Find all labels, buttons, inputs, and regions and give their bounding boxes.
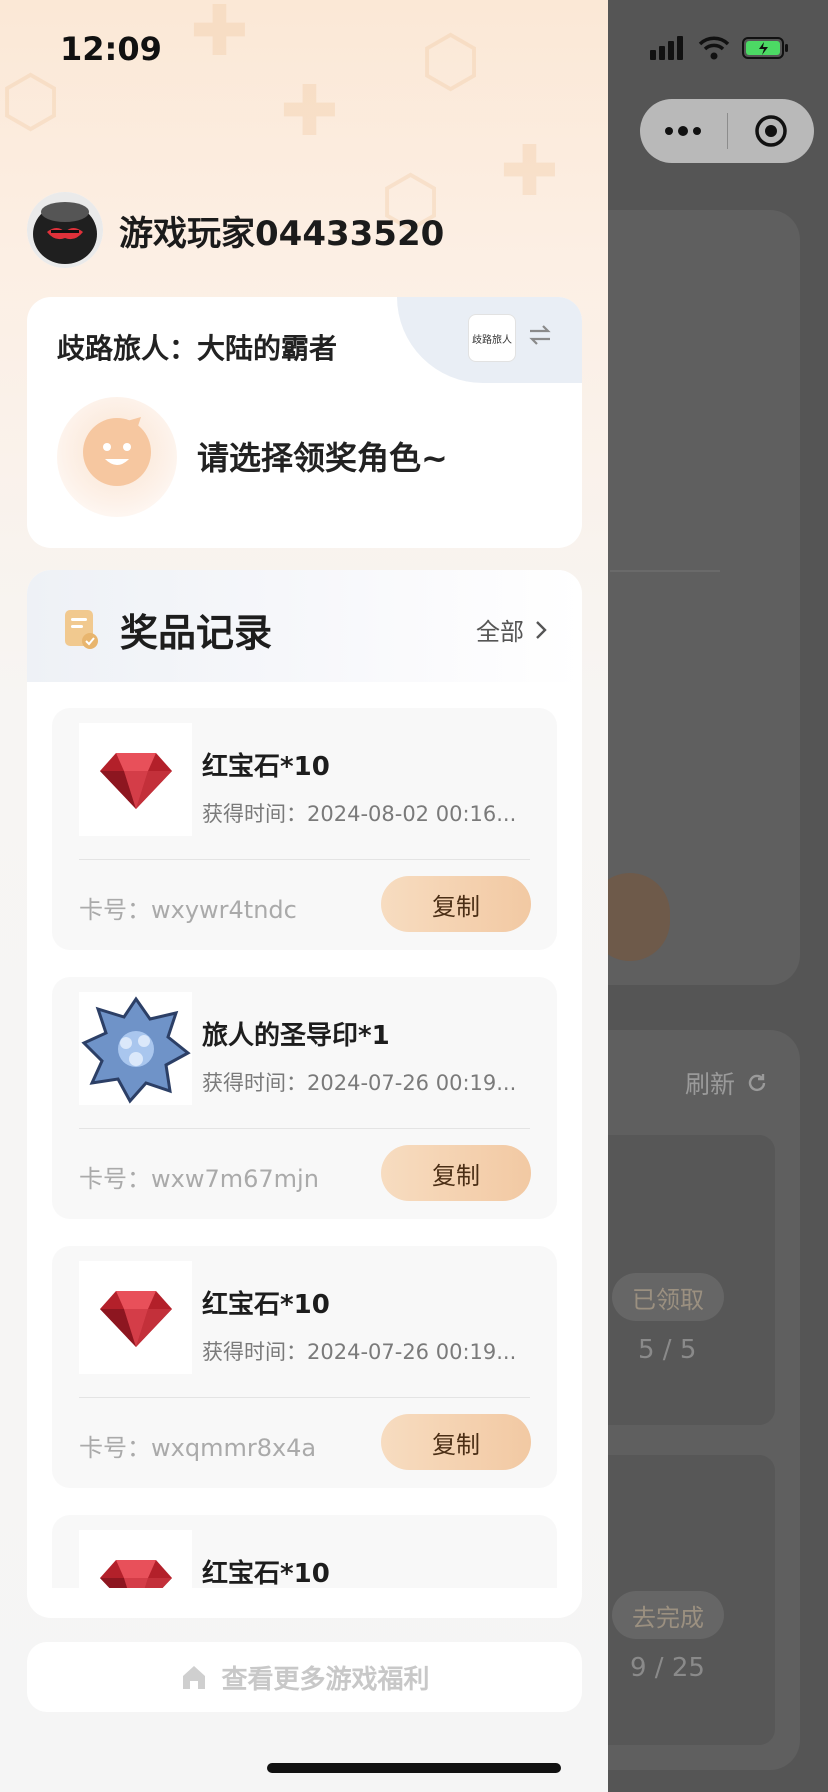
record-divider bbox=[79, 1128, 530, 1129]
status-icons bbox=[650, 36, 790, 60]
more-benefits-label: 查看更多游戏福利 bbox=[221, 1664, 430, 1695]
game-title: 歧路旅人：大陆的霸者 bbox=[57, 332, 338, 365]
prize-time: 获得时间：2024-07-26 00:19... bbox=[202, 1340, 517, 1364]
copy-button[interactable]: 复制 bbox=[381, 1414, 531, 1470]
view-all-label: 全部 bbox=[476, 618, 524, 646]
ruby-icon bbox=[79, 1530, 192, 1588]
prize-time: 获得时间：2024-07-26 00:19... bbox=[202, 1071, 517, 1095]
more-menu-button[interactable] bbox=[640, 125, 727, 137]
task-progress: 5 / 5 bbox=[638, 1335, 697, 1365]
refresh-label: 刷新 bbox=[685, 1070, 736, 1099]
more-benefits-button[interactable]: 查看更多游戏福利 bbox=[27, 1642, 582, 1712]
gamepad-decoration-icon: ✚ bbox=[500, 130, 559, 212]
home-indicator bbox=[267, 1763, 561, 1773]
card-number: 卡号：wxqmmr8x4a bbox=[79, 1434, 317, 1462]
records-title: 奖品记录 bbox=[120, 611, 273, 655]
username: 游戏玩家04433520 bbox=[119, 213, 445, 254]
prize-time: 获得时间：2024-08-02 00:16... bbox=[202, 802, 517, 826]
task-status-badge: 已领取 bbox=[612, 1273, 724, 1321]
status-bar: 12:09 bbox=[0, 0, 828, 100]
card-number: 卡号：wxywr4tndc bbox=[79, 896, 297, 924]
records-icon bbox=[65, 610, 98, 649]
prize-name: 红宝石*10 bbox=[202, 752, 330, 782]
game-logo[interactable]: 歧路旅人 bbox=[468, 314, 516, 362]
target-close-icon bbox=[755, 115, 787, 147]
role-avatar[interactable] bbox=[57, 397, 177, 517]
wifi-icon bbox=[698, 36, 730, 60]
game-role-card: 歧路旅人：大陆的霸者 歧路旅人 请选择领奖角色~ bbox=[27, 297, 582, 548]
ruby-icon bbox=[79, 1261, 192, 1374]
prize-record-item: 红宝石*10 获得时间：2024-08-02 00:16... 卡号：wxywr4t… bbox=[52, 708, 557, 950]
status-time: 12:09 bbox=[60, 30, 162, 68]
prize-record-item: 红宝石*10 bbox=[52, 1515, 557, 1588]
battery-icon bbox=[742, 37, 788, 59]
user-profile[interactable]: 游戏玩家04433520 bbox=[27, 192, 444, 268]
ruby-icon bbox=[79, 723, 192, 836]
task-status-badge: 去完成 bbox=[612, 1591, 724, 1639]
chevron-right-icon bbox=[536, 620, 547, 639]
refresh-icon bbox=[748, 1074, 766, 1092]
game-logo-text: 歧路旅人 bbox=[472, 334, 512, 346]
refresh-button: 刷新 bbox=[685, 1065, 769, 1101]
avatar bbox=[27, 192, 103, 268]
close-miniprogram-button[interactable] bbox=[728, 113, 815, 149]
copy-button[interactable]: 复制 bbox=[381, 1145, 531, 1201]
prize-drawer: ✚ ⬡ ✚ ✚ ⬡ ⬡ 游戏玩家04433520 歧路旅人：大陆的霸者 歧路旅人 bbox=[0, 0, 608, 1792]
prize-record-item: 旅人的圣导印*1 获得时间：2024-07-26 00:19... 卡号：wxw7m… bbox=[52, 977, 557, 1219]
prize-name: 旅人的圣导印*1 bbox=[202, 1021, 390, 1051]
copy-button[interactable]: 复制 bbox=[381, 876, 531, 932]
select-role-prompt[interactable]: 请选择领奖角色~ bbox=[197, 433, 448, 479]
signal-icon bbox=[650, 36, 683, 60]
view-all-button[interactable]: 全部 bbox=[476, 612, 548, 647]
record-divider bbox=[79, 859, 530, 860]
background-divider bbox=[610, 570, 720, 572]
card-number: 卡号：wxw7m67mjn bbox=[79, 1165, 319, 1193]
prize-record-item: 红宝石*10 获得时间：2024-07-26 00:19... 卡号：wxqmmr8… bbox=[52, 1246, 557, 1488]
records-list[interactable]: 红宝石*10 获得时间：2024-08-02 00:16... 卡号：wxywr4t… bbox=[52, 708, 557, 1588]
task-progress: 9 / 25 bbox=[630, 1653, 705, 1683]
record-divider bbox=[79, 1397, 530, 1398]
home-icon bbox=[183, 1666, 206, 1689]
prize-records-card: 奖品记录 全部 红宝石*10 获得时间：2024-08-02 00:16... 卡号… bbox=[27, 570, 582, 1618]
blue-seal-icon bbox=[79, 992, 192, 1105]
more-dots-icon bbox=[665, 126, 702, 136]
switch-icon[interactable] bbox=[526, 321, 554, 349]
prize-name: 红宝石*10 bbox=[202, 1290, 330, 1320]
prize-name: 红宝石*10 bbox=[202, 1559, 330, 1588]
miniprogram-capsule bbox=[640, 99, 814, 163]
